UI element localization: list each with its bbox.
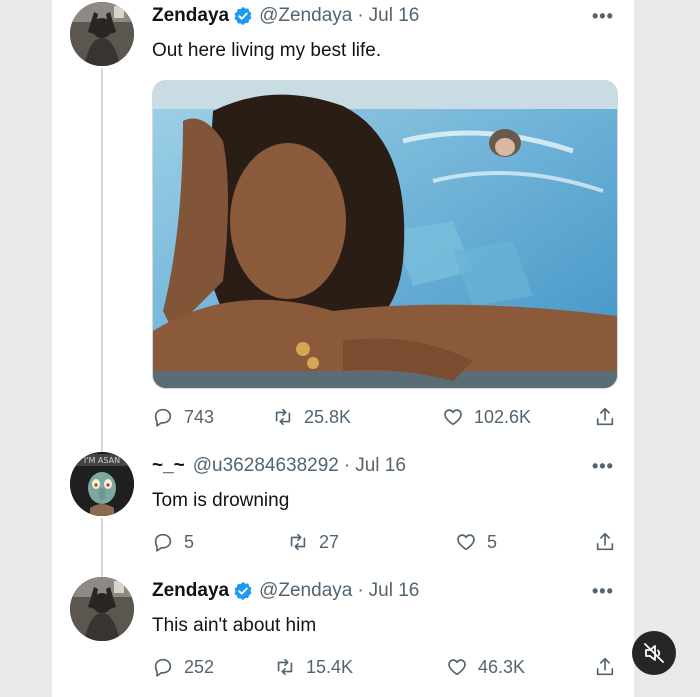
tweet-header: Zendaya @Zendaya · Jul 16	[152, 5, 419, 27]
retweet-button[interactable]: 15.4K	[274, 656, 353, 678]
heart-icon	[448, 659, 466, 676]
avatar[interactable]	[70, 577, 134, 641]
retweet-icon	[290, 533, 306, 551]
share-button[interactable]	[594, 656, 616, 678]
like-count: 46.3K	[478, 656, 526, 677]
tweet-date[interactable]: Jul 16	[369, 5, 420, 27]
user-handle[interactable]: @Zendaya	[259, 580, 352, 602]
retweet-button[interactable]: 25.8K	[272, 406, 351, 428]
tweet-actions: 5 27 5	[152, 531, 622, 557]
like-button[interactable]: 46.3K	[446, 656, 525, 678]
tweet-date[interactable]: Jul 16	[355, 455, 406, 477]
verified-badge-icon	[233, 581, 253, 601]
muted-speaker-icon	[644, 643, 664, 663]
reply-button[interactable]: 252	[152, 656, 214, 678]
reply-count: 5	[184, 531, 195, 552]
tweet-header: ~_~ @u36284638292 · Jul 16	[152, 455, 406, 477]
tweet-date[interactable]: Jul 16	[369, 580, 420, 602]
share-icon	[596, 532, 614, 551]
avatar-photo	[70, 2, 134, 66]
share-button[interactable]	[594, 531, 616, 553]
tweet-actions: 252 15.4K 46.3K	[152, 656, 622, 682]
user-handle[interactable]: @u36284638292	[193, 455, 339, 477]
reply-icon	[154, 533, 172, 552]
share-icon	[596, 657, 614, 676]
separator: ·	[357, 5, 364, 26]
more-options-icon[interactable]: •••	[592, 6, 614, 27]
tweet-media-image[interactable]	[152, 80, 618, 389]
retweet-icon	[277, 658, 293, 676]
tweet-text: This ain't about him	[152, 615, 317, 636]
avatar-photo	[70, 577, 134, 641]
reply-count: 252	[184, 656, 215, 677]
like-button[interactable]: 102.6K	[442, 406, 531, 428]
heart-icon	[444, 409, 462, 426]
display-name[interactable]: Zendaya	[152, 5, 229, 27]
mute-toggle-button[interactable]	[632, 631, 676, 675]
retweet-count: 15.4K	[306, 656, 354, 677]
separator: ·	[357, 580, 364, 601]
retweet-button[interactable]: 27	[287, 531, 339, 553]
user-handle[interactable]: @Zendaya	[259, 5, 352, 27]
separator: ·	[343, 455, 351, 476]
tweet-text: Out here living my best life.	[152, 40, 382, 61]
pool-photo	[153, 81, 617, 388]
share-button[interactable]	[594, 406, 616, 428]
more-options-icon[interactable]: •••	[592, 581, 614, 602]
reply-button[interactable]: 5	[152, 531, 194, 553]
reply-icon	[154, 408, 172, 427]
thread-connector-line	[101, 518, 103, 578]
like-count: 102.6K	[474, 406, 532, 427]
verified-badge-icon	[233, 6, 253, 26]
reply-icon	[154, 658, 172, 677]
avatar[interactable]: I'M ASAN	[70, 452, 134, 516]
like-count: 5	[487, 531, 498, 552]
more-options-icon[interactable]: •••	[592, 456, 614, 477]
retweet-icon	[275, 408, 291, 426]
retweet-count: 25.8K	[304, 406, 352, 427]
share-icon	[596, 407, 614, 426]
svg-text:I'M ASAN: I'M ASAN	[84, 456, 120, 465]
thread-connector-line	[101, 68, 103, 458]
tweet-actions: 743 25.8K 102.6K	[152, 406, 622, 432]
retweet-count: 27	[319, 531, 340, 552]
tweet-header: Zendaya @Zendaya · Jul 16	[152, 580, 419, 602]
reply-count: 743	[184, 406, 215, 427]
like-button[interactable]: 5	[455, 531, 497, 553]
tweet-text: Tom is drowning	[152, 490, 290, 511]
avatar[interactable]	[70, 2, 134, 66]
display-name[interactable]: ~_~	[152, 455, 185, 477]
heart-icon	[457, 534, 475, 551]
reply-button[interactable]: 743	[152, 406, 214, 428]
display-name[interactable]: Zendaya	[152, 580, 229, 602]
avatar-photo: I'M ASAN	[70, 452, 134, 516]
